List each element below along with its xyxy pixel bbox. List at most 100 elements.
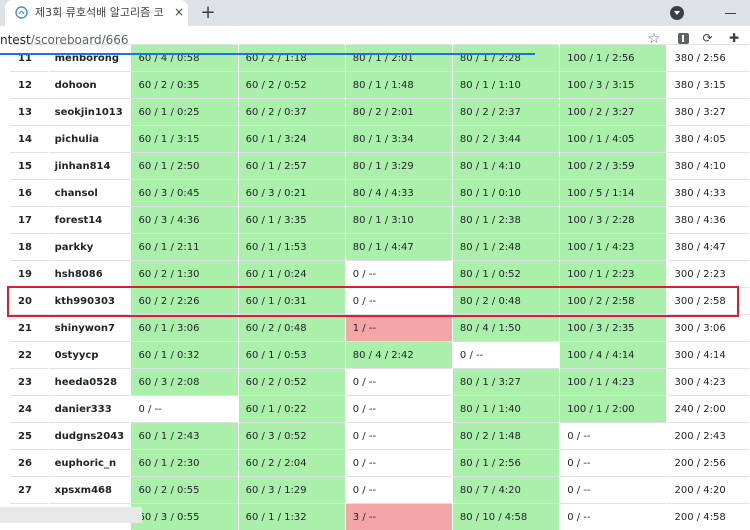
problem-score-cell: 0 / -- [345,477,452,504]
username-cell[interactable]: parkky [48,234,131,261]
problem-score-cell: 60 / 1 / 2:43 [131,423,238,450]
rank-cell: 18 [10,234,48,261]
problem-score-cell: 60 / 2 / 0:55 [131,477,238,504]
problem-score-cell: 60 / 2 / 0:37 [238,99,345,126]
problem-score-cell: 80 / 1 / 4:10 [452,153,559,180]
rank-cell: 24 [10,396,48,423]
problem-score-cell: 80 / 2 / 1:48 [452,423,559,450]
problem-score-cell: 100 / 1 / 2:56 [560,45,667,72]
username-cell[interactable]: pichulia [48,126,131,153]
extensions-puzzle-icon[interactable]: ✚ [727,31,741,45]
problem-score-cell: 0 / -- [345,396,452,423]
problem-score-cell: 80 / 1 / 3:34 [345,126,452,153]
problem-score-cell: 0 / -- [345,423,452,450]
scoreboard-row: 19hsh808660 / 2 / 1:3060 / 1 / 0:240 / -… [10,261,750,288]
minimize-window-icon[interactable] [720,4,742,22]
problem-score-cell: 60 / 1 / 1:32 [238,504,345,530]
rank-cell: 26 [10,450,48,477]
problem-score-cell: 80 / 4 / 1:50 [452,315,559,342]
problem-score-cell: 100 / 1 / 2:23 [560,261,667,288]
username-cell[interactable]: euphoric_n [48,450,131,477]
total-score-cell: 380 / 4:33 [667,180,750,207]
total-score-cell: 380 / 3:27 [667,99,750,126]
total-score-cell: 380 / 3:15 [667,72,750,99]
site-favicon-icon [15,6,28,19]
username-cell[interactable]: menborong [48,45,131,72]
scoreboard-row: 16chansol60 / 3 / 0:4560 / 3 / 0:2180 / … [10,180,750,207]
problem-score-cell: 0 / -- [560,477,667,504]
problem-score-cell: 80 / 1 / 1:10 [452,72,559,99]
username-cell[interactable]: forest14 [48,207,131,234]
total-score-cell: 200 / 2:56 [667,450,750,477]
problem-score-cell: 60 / 1 / 2:11 [131,234,238,261]
username-cell[interactable]: shinywon7 [48,315,131,342]
tab-close-icon[interactable]: × [172,5,186,19]
rank-cell: 22 [10,342,48,369]
total-score-cell: 380 / 2:56 [667,45,750,72]
total-score-cell: 200 / 4:20 [667,477,750,504]
rank-cell: 17 [10,207,48,234]
total-score-cell: 300 / 3:06 [667,315,750,342]
problem-score-cell: 100 / 5 / 1:14 [560,180,667,207]
highlighted-row-box [7,286,739,317]
browser-tab[interactable]: 제3회 류호석배 알고리즘 코딩 테스트 × [5,0,188,26]
problem-score-cell: 80 / 1 / 2:38 [452,207,559,234]
problem-score-cell: 60 / 1 / 0:32 [131,342,238,369]
total-score-cell: 300 / 2:23 [667,261,750,288]
problem-score-cell: 80 / 1 / 0:10 [452,180,559,207]
problem-score-cell: 0 / -- [560,504,667,530]
new-tab-icon[interactable]: + [198,3,218,23]
problem-score-cell: 60 / 3 / 0:55 [131,504,238,530]
scoreboard-row: 25dudgns204360 / 1 / 2:4360 / 3 / 0:520 … [10,423,750,450]
scoreboard-row: 18parkky60 / 1 / 2:1160 / 1 / 1:5380 / 1… [10,234,750,261]
problem-score-cell: 100 / 3 / 2:35 [560,315,667,342]
username-cell[interactable]: xpsxm468 [48,477,131,504]
username-cell[interactable]: hsh8086 [48,261,131,288]
username-cell[interactable]: seokjin1013 [48,99,131,126]
problem-score-cell: 60 / 1 / 2:50 [131,153,238,180]
username-cell[interactable]: dohoon [48,72,131,99]
problem-score-cell: 80 / 1 / 2:28 [452,45,559,72]
rank-cell: 12 [10,72,48,99]
tab-search-icon[interactable] [670,6,684,20]
problem-score-cell: 60 / 2 / 2:04 [238,450,345,477]
username-cell[interactable]: dudgns2043 [48,423,131,450]
total-score-cell: 200 / 2:43 [667,423,750,450]
problem-score-cell: 60 / 1 / 0:25 [131,99,238,126]
problem-score-cell: 100 / 1 / 2:00 [560,396,667,423]
username-cell[interactable]: heeda0528 [48,369,131,396]
problem-score-cell: 0 / -- [345,369,452,396]
rank-cell: 25 [10,423,48,450]
problem-score-cell: 0 / -- [345,450,452,477]
horizontal-scrollbar[interactable] [0,507,142,523]
scoreboard-row: 23heeda052860 / 3 / 2:0860 / 2 / 0:520 /… [10,369,750,396]
rank-cell: 27 [10,477,48,504]
total-score-cell: 380 / 4:47 [667,234,750,261]
problem-score-cell: 80 / 1 / 2:01 [345,45,452,72]
problem-score-cell: 60 / 4 / 0:58 [131,45,238,72]
username-cell[interactable]: 0styycp [48,342,131,369]
username-cell[interactable]: chansol [48,180,131,207]
problem-score-cell: 60 / 1 / 2:57 [238,153,345,180]
problem-score-cell: 100 / 3 / 2:28 [560,207,667,234]
scoreboard-row: 17forest1460 / 3 / 4:3660 / 1 / 3:3580 /… [10,207,750,234]
problem-score-cell: 80 / 2 / 3:44 [452,126,559,153]
total-score-cell: 240 / 2:00 [667,396,750,423]
problem-score-cell: 80 / 1 / 2:48 [452,234,559,261]
problem-score-cell: 60 / 1 / 0:22 [238,396,345,423]
problem-score-cell: 100 / 2 / 3:27 [560,99,667,126]
rank-cell: 13 [10,99,48,126]
problem-score-cell: 100 / 4 / 4:14 [560,342,667,369]
username-cell[interactable]: danier333 [48,396,131,423]
problem-score-cell: 0 / -- [345,261,452,288]
tab-title: 제3회 류호석배 알고리즘 코딩 테스트 [35,6,165,20]
problem-score-cell: 60 / 2 / 1:18 [238,45,345,72]
problem-score-cell: 80 / 1 / 4:47 [345,234,452,261]
problem-score-cell: 80 / 2 / 2:37 [452,99,559,126]
username-cell[interactable]: jinhan814 [48,153,131,180]
extension-icon[interactable] [678,33,689,44]
problem-score-cell: 80 / 4 / 2:42 [345,342,452,369]
scoreboard-row: 27xpsxm46860 / 2 / 0:5560 / 3 / 1:290 / … [10,477,750,504]
rank-cell: 21 [10,315,48,342]
problem-score-cell: 80 / 1 / 3:27 [452,369,559,396]
